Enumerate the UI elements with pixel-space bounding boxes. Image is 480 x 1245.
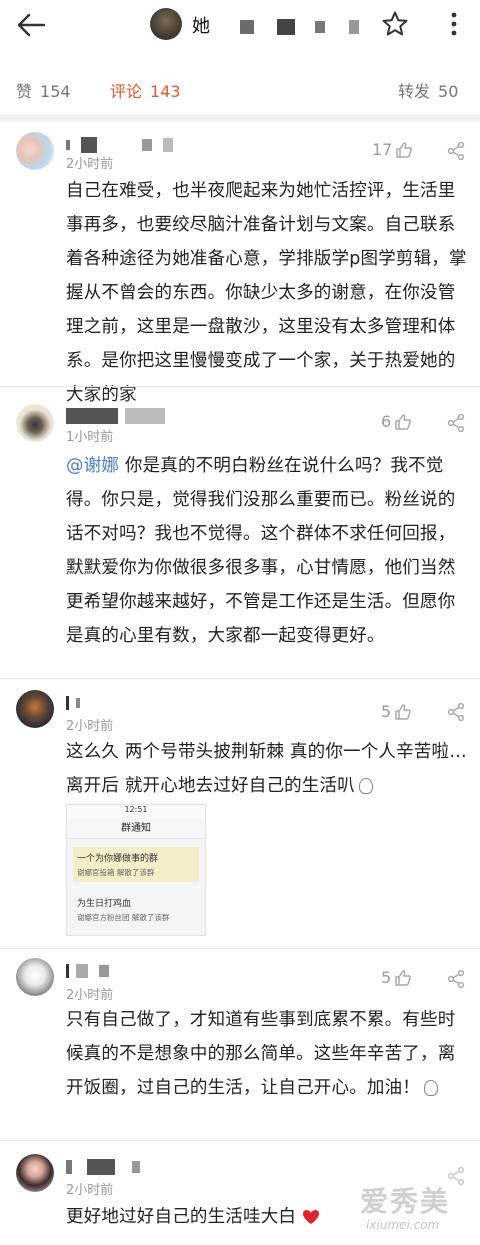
- blurred-name: [132, 1160, 141, 1173]
- reposts-label: 转发: [398, 82, 431, 101]
- comments-label: 评论: [110, 82, 143, 101]
- watermark-text: 爱秀美: [360, 1185, 451, 1218]
- emoji-icon: [424, 1080, 438, 1096]
- screenshot-status-time: 12:51: [67, 805, 205, 819]
- share-icon[interactable]: [446, 969, 466, 989]
- comment-body: 这么久 两个号带头披荆斩棘 真的你一个人辛苦啦…离开后 就开心地去过好自己的生活…: [66, 742, 467, 796]
- comment-text: 这么久 两个号带头披荆斩棘 真的你一个人辛苦啦…离开后 就开心地去过好自己的生活…: [66, 735, 470, 803]
- comment-divider: [0, 386, 480, 387]
- blurred-name: [66, 407, 118, 424]
- comment-divider: [0, 1140, 480, 1141]
- comment-text: 自己在难受，也半夜爬起来为她忙活控评，生活里事再多，也要绞尽脑汁准备计划与文案。…: [66, 181, 467, 405]
- blurred-name: [277, 19, 296, 35]
- watermark-url: ixiumei.com: [366, 1218, 440, 1232]
- like-count: 6: [381, 412, 392, 431]
- avatar[interactable]: [16, 132, 54, 170]
- comment-body: 更好地过好自己的生活哇大白: [66, 1207, 297, 1227]
- avatar[interactable]: [16, 958, 54, 996]
- blurred-name: [348, 20, 359, 34]
- comment-divider: [0, 678, 480, 679]
- commenter-name[interactable]: [66, 692, 81, 711]
- comments-count: 143: [150, 82, 181, 101]
- comment-time: 2小时前: [66, 157, 114, 172]
- avatar[interactable]: [16, 690, 54, 728]
- thumbs-up-icon: [395, 969, 412, 986]
- avatar[interactable]: [16, 1154, 54, 1192]
- blurred-name: [239, 20, 254, 34]
- thumbs-up-icon: [396, 141, 413, 158]
- stats-bar: 赞 154 评论 143 转发 50: [0, 72, 480, 108]
- attached-screenshot[interactable]: 12:51 群通知 一个为你娜做事的群 谢娜官投箱 解散了该群 为生日打鸡血 谢…: [66, 804, 206, 936]
- emoji-icon: [358, 778, 373, 794]
- like-button[interactable]: 5: [381, 702, 412, 721]
- notice-subtitle: 谢娜官投箱 解散了该群: [77, 868, 155, 877]
- avatar[interactable]: [16, 404, 54, 442]
- reposts-count: 50: [438, 82, 459, 101]
- notice-title: 为生日打鸡血: [77, 899, 132, 909]
- thumbs-up-icon: [395, 413, 412, 430]
- watermark: 爱秀美 ixiumei.com: [360, 1180, 472, 1240]
- author-name[interactable]: 她: [192, 12, 359, 38]
- share-icon[interactable]: [446, 702, 466, 722]
- blurred-name: [76, 697, 81, 708]
- like-button[interactable]: 6: [381, 412, 412, 431]
- comment-body: 只有自己做了，才知道有些事到底累不累。有些时候真的不是想象中的那么简单。这些年辛…: [66, 1010, 456, 1098]
- heart-icon: [302, 1210, 319, 1224]
- comment-text: @谢娜 你是真的不明白粉丝在说什么吗？我不觉得。你只是，觉得我们没那么重要而已。…: [66, 449, 470, 653]
- commenter-name[interactable]: [66, 134, 174, 153]
- author-avatar[interactable]: [150, 8, 182, 40]
- screenshot-notice: 为生日打鸡血 谢娜官方粉丝团 解散了该群: [73, 892, 199, 927]
- mention-link[interactable]: @谢娜: [66, 456, 119, 476]
- reposts-tab[interactable]: 转发 50: [398, 78, 458, 102]
- comment-text: 只有自己做了，才知道有些事到底累不累。有些时候真的不是想象中的那么简单。这些年辛…: [66, 1003, 470, 1105]
- like-count: 17: [372, 140, 393, 159]
- notice-subtitle: 谢娜官方粉丝团 解散了该群: [77, 913, 170, 922]
- share-icon[interactable]: [446, 141, 466, 161]
- likes-count: 154: [40, 82, 71, 101]
- blurred-name: [66, 963, 69, 978]
- comment-time: 2小时前: [66, 988, 114, 1003]
- top-bar: 她: [0, 0, 480, 50]
- thumbs-up-icon: [395, 703, 412, 720]
- blurred-name: [99, 964, 110, 977]
- comments-tab[interactable]: 评论 143: [110, 78, 181, 102]
- like-button[interactable]: 17: [372, 140, 413, 159]
- comment-time: 2小时前: [66, 1183, 114, 1198]
- author-name-visible-text: 她: [192, 16, 210, 37]
- blurred-name: [76, 963, 89, 978]
- screenshot-notice: 一个为你娜做事的群 谢娜官投箱 解散了该群: [73, 847, 199, 882]
- comment-time: 1小时前: [66, 430, 114, 445]
- commenter-name[interactable]: [66, 1156, 141, 1175]
- blurred-name: [66, 1159, 72, 1174]
- comment-body: 你是真的不明白粉丝在说什么吗？我不觉得。你只是，觉得我们没那么重要而已。粉丝说的…: [66, 456, 456, 646]
- blurred-name: [125, 407, 166, 424]
- commenter-name[interactable]: [66, 405, 166, 424]
- share-icon[interactable]: [446, 413, 466, 433]
- blurred-name: [315, 21, 326, 33]
- arrow-left-icon[interactable]: [14, 10, 48, 40]
- blurred-name: [81, 136, 98, 153]
- star-outline-icon[interactable]: [381, 10, 409, 38]
- comment-divider: [0, 948, 480, 949]
- likes-tab[interactable]: 赞 154: [16, 78, 71, 102]
- like-count: 5: [381, 702, 392, 721]
- likes-label: 赞: [16, 82, 33, 101]
- commenter-name[interactable]: [66, 960, 110, 979]
- more-vertical-icon[interactable]: [446, 10, 462, 38]
- like-count: 5: [381, 968, 392, 987]
- blurred-name: [66, 695, 69, 710]
- blurred-name: [142, 138, 153, 151]
- blurred-name: [66, 139, 70, 150]
- screenshot-title: 群通知: [67, 819, 205, 839]
- section-divider: [0, 114, 480, 122]
- blurred-name: [163, 137, 174, 152]
- like-button[interactable]: 5: [381, 968, 412, 987]
- blurred-name: [87, 1158, 116, 1175]
- comment-time: 2小时前: [66, 719, 114, 734]
- notice-title: 一个为你娜做事的群: [77, 854, 159, 864]
